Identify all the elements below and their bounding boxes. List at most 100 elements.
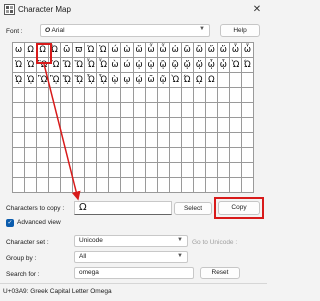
char-cell[interactable]: Ὼ xyxy=(229,58,242,73)
char-cell[interactable] xyxy=(205,118,218,133)
char-cell[interactable] xyxy=(241,148,254,163)
char-cell[interactable] xyxy=(49,133,62,148)
char-cell[interactable] xyxy=(73,103,86,118)
char-cell[interactable] xyxy=(157,133,170,148)
char-cell[interactable] xyxy=(109,163,122,178)
char-cell[interactable]: ὦ xyxy=(145,43,158,58)
char-cell[interactable] xyxy=(97,133,110,148)
char-cell[interactable]: ᾯ xyxy=(97,73,110,88)
char-cell[interactable] xyxy=(241,118,254,133)
char-cell[interactable] xyxy=(193,133,206,148)
char-cell[interactable] xyxy=(37,163,50,178)
char-cell[interactable] xyxy=(13,163,26,178)
advanced-view-checkbox[interactable]: ✓ xyxy=(6,219,14,227)
char-cell[interactable] xyxy=(157,103,170,118)
char-cell[interactable] xyxy=(133,103,146,118)
char-cell[interactable] xyxy=(145,118,158,133)
char-cell[interactable] xyxy=(169,178,182,193)
char-cell[interactable]: Ώ xyxy=(181,73,194,88)
char-cell[interactable] xyxy=(229,178,242,193)
char-cell[interactable] xyxy=(37,178,50,193)
char-cell[interactable] xyxy=(73,163,86,178)
close-window-button[interactable]: ✕ xyxy=(250,3,264,16)
char-cell[interactable] xyxy=(169,133,182,148)
char-cell[interactable] xyxy=(241,103,254,118)
char-cell[interactable] xyxy=(85,163,98,178)
char-cell[interactable] xyxy=(193,163,206,178)
group-by-dropdown[interactable]: All ▼ xyxy=(74,251,188,263)
char-cell[interactable] xyxy=(241,163,254,178)
char-cell[interactable]: ὦ xyxy=(229,43,242,58)
char-cell[interactable]: Ω xyxy=(205,73,218,88)
char-cell[interactable] xyxy=(133,163,146,178)
char-cell[interactable] xyxy=(97,163,110,178)
char-cell[interactable] xyxy=(229,73,242,88)
char-cell[interactable] xyxy=(61,118,74,133)
char-cell[interactable]: ω xyxy=(13,43,26,58)
char-cell[interactable] xyxy=(121,88,134,103)
char-cell[interactable] xyxy=(73,148,86,163)
char-cell[interactable] xyxy=(109,118,122,133)
char-cell[interactable]: ὥ xyxy=(217,43,230,58)
char-cell[interactable] xyxy=(205,178,218,193)
char-cell[interactable] xyxy=(49,148,62,163)
help-button[interactable]: Help xyxy=(220,24,260,37)
char-cell[interactable] xyxy=(133,133,146,148)
character-set-dropdown[interactable]: Unicode ▼ xyxy=(74,235,188,247)
char-cell[interactable]: Ὠ xyxy=(85,43,98,58)
char-cell[interactable] xyxy=(37,118,50,133)
char-cell[interactable] xyxy=(193,148,206,163)
char-cell[interactable] xyxy=(73,178,86,193)
char-cell[interactable] xyxy=(97,103,110,118)
char-cell[interactable] xyxy=(25,103,38,118)
char-cell[interactable] xyxy=(61,88,74,103)
char-cell[interactable] xyxy=(145,163,158,178)
char-cell[interactable] xyxy=(37,133,50,148)
char-cell[interactable] xyxy=(241,73,254,88)
char-cell[interactable] xyxy=(13,103,26,118)
char-cell[interactable] xyxy=(61,133,74,148)
reset-button[interactable]: Reset xyxy=(200,267,240,279)
char-cell[interactable]: ᾫ xyxy=(49,73,62,88)
char-cell[interactable] xyxy=(49,88,62,103)
char-cell[interactable] xyxy=(49,163,62,178)
char-cell[interactable]: Ώ xyxy=(241,58,254,73)
char-cell[interactable]: ϖ xyxy=(73,43,86,58)
char-cell[interactable] xyxy=(205,88,218,103)
char-cell[interactable] xyxy=(217,148,230,163)
char-cell[interactable] xyxy=(145,178,158,193)
char-cell[interactable]: Ὦ xyxy=(85,58,98,73)
char-cell[interactable]: ὧ xyxy=(241,43,254,58)
char-cell[interactable] xyxy=(73,88,86,103)
char-cell[interactable] xyxy=(13,88,26,103)
char-cell[interactable] xyxy=(121,133,134,148)
char-cell[interactable] xyxy=(37,103,50,118)
char-cell[interactable] xyxy=(49,118,62,133)
char-cell[interactable] xyxy=(157,163,170,178)
char-cell[interactable] xyxy=(73,118,86,133)
char-cell[interactable] xyxy=(13,133,26,148)
char-cell[interactable] xyxy=(25,133,38,148)
char-cell[interactable] xyxy=(169,88,182,103)
char-cell[interactable]: ώ xyxy=(121,58,134,73)
char-cell[interactable]: ὠ xyxy=(169,43,182,58)
char-cell[interactable]: ᾤ xyxy=(181,58,194,73)
char-cell[interactable] xyxy=(229,118,242,133)
char-cell[interactable] xyxy=(133,88,146,103)
char-cell[interactable] xyxy=(157,148,170,163)
char-cell[interactable] xyxy=(193,88,206,103)
char-cell[interactable] xyxy=(133,148,146,163)
char-cell[interactable]: Ὧ xyxy=(97,58,110,73)
char-cell[interactable] xyxy=(97,88,110,103)
char-cell[interactable]: ᾥ xyxy=(193,58,206,73)
char-cell[interactable] xyxy=(193,103,206,118)
char-cell[interactable]: ᾪ xyxy=(37,73,50,88)
char-cell[interactable] xyxy=(145,88,158,103)
char-cell[interactable] xyxy=(157,178,170,193)
char-cell[interactable] xyxy=(25,178,38,193)
char-cell[interactable] xyxy=(145,103,158,118)
char-cell[interactable] xyxy=(217,103,230,118)
char-cell[interactable] xyxy=(121,178,134,193)
char-cell[interactable]: Ὤ xyxy=(61,58,74,73)
char-cell[interactable] xyxy=(217,118,230,133)
